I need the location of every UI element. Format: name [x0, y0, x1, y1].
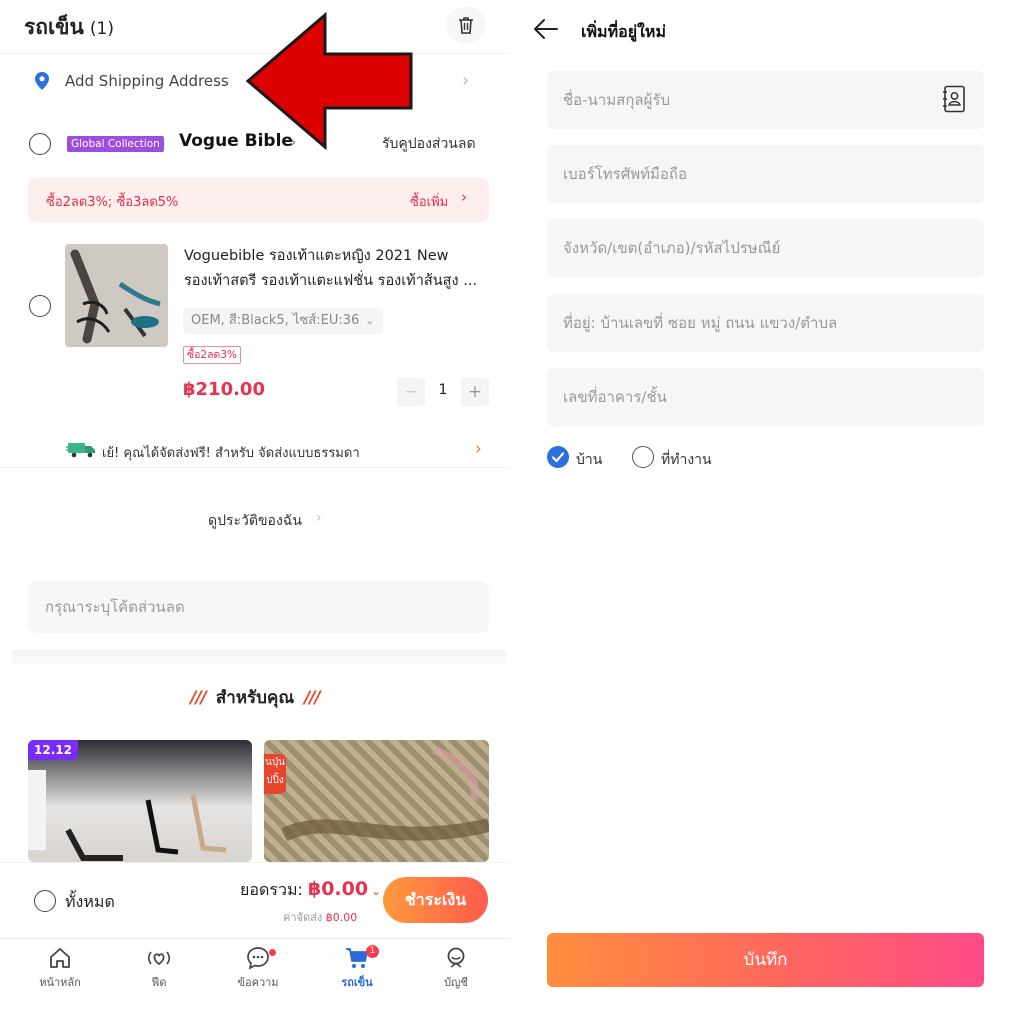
buy-more-link[interactable]: ซื้อเพิ่ม	[410, 191, 448, 212]
product-image[interactable]	[65, 244, 168, 347]
cart-screen: รถเข็น (1) Add Shipping Address › Global …	[0, 0, 510, 1024]
discount-code-input[interactable]	[28, 581, 489, 633]
chat-icon	[247, 947, 269, 970]
product-price: ฿210.00	[183, 379, 265, 400]
account-icon	[447, 947, 465, 968]
page-title: รถเข็น (1)	[24, 11, 114, 44]
snake-image	[280, 746, 489, 842]
checked-radio-icon	[547, 446, 569, 468]
shipping-address-label: Add Shipping Address	[65, 72, 229, 90]
save-button[interactable]: บันทึก	[547, 933, 984, 987]
unread-dot	[269, 949, 276, 956]
chevron-right-icon: ›	[462, 70, 470, 91]
tab-feed-label: ฟีด	[151, 976, 167, 989]
sandals-image	[65, 244, 168, 347]
quantity-stepper: − 1 +	[397, 378, 489, 406]
discount-tag: ซื้อ2ลด3%	[183, 346, 242, 364]
building-floor-field[interactable]	[547, 368, 984, 426]
back-arrow-icon[interactable]	[532, 15, 560, 43]
delete-button[interactable]	[446, 7, 486, 43]
quantity-value[interactable]: 1	[433, 382, 453, 398]
tab-messages-label: ข้อความ	[237, 976, 279, 989]
promo-banner[interactable]: ซื้อ2ลด3%; ซื้อ3ลด5% ซื้อเพิ่ม ›	[28, 178, 489, 222]
select-all-label[interactable]: ทั้งหมด	[65, 890, 115, 915]
chevron-down-icon: ⌄	[371, 884, 382, 898]
phone-field[interactable]	[547, 145, 984, 203]
shipping-fee-value: ฿0.00	[325, 911, 358, 924]
total-value: ฿0.00	[307, 878, 369, 900]
deco-slashes-left: ///	[190, 688, 207, 708]
trash-icon	[459, 17, 473, 34]
recommended-product-card[interactable]: นปุ่น ปปิ้ง	[264, 740, 489, 862]
cart-title-text: รถเข็น	[24, 15, 84, 39]
tab-account[interactable]: บัญชี	[416, 945, 496, 991]
promo-text: ซื้อ2ลด3%; ซื้อ3ลด5%	[46, 195, 179, 210]
tab-home-label: หน้าหลัก	[39, 976, 81, 989]
street-address-field[interactable]	[547, 294, 984, 352]
new-address-screen: เพิ่มที่อยู่ใหม่ บ้าน ที่ทำงาน บันทึก	[510, 0, 1024, 1024]
tab-feed[interactable]: ฟีด	[119, 945, 199, 991]
chevron-right-icon: ›	[461, 188, 467, 206]
location-pin-icon	[35, 72, 49, 90]
global-collection-badge: Global Collection	[67, 136, 164, 152]
variant-text: OEM, สี:Black5, ไซส์:EU:36	[191, 313, 360, 328]
province-postcode-field[interactable]	[547, 219, 984, 277]
red-arrow-annotation	[245, 12, 413, 150]
select-all-checkbox[interactable]	[34, 890, 56, 912]
page-title: เพิ่มที่อยู่ใหม่	[581, 22, 666, 41]
tab-account-label: บัญชี	[444, 976, 468, 989]
work-label: ที่ทำงาน	[661, 452, 712, 468]
variant-selector[interactable]: OEM, สี:Black5, ไซส์:EU:36 ⌄	[183, 308, 383, 334]
checkout-button[interactable]: ชำระเงิน	[383, 877, 488, 923]
chevron-down-icon: ⌄	[365, 314, 375, 327]
heels-image	[28, 770, 227, 861]
recommended-product-card[interactable]: 12.12	[28, 740, 252, 862]
increase-quantity-button[interactable]: +	[461, 378, 489, 406]
tab-cart[interactable]: 1 รถเข็น	[317, 945, 397, 991]
decrease-quantity-button[interactable]: −	[397, 378, 425, 406]
deco-slashes-right: ///	[304, 688, 321, 708]
contact-book-icon[interactable]	[942, 85, 966, 113]
free-shipping-text: เย้! คุณได้จัดส่งฟรี! สำหรับ จัดส่งแบบธร…	[102, 446, 360, 461]
view-history-link[interactable]: ดูประวัติของฉัน	[208, 510, 302, 532]
for-you-heading: /// สำหรับคุณ ///	[0, 684, 510, 711]
tab-home[interactable]: หน้าหลัก	[20, 945, 100, 991]
item-select-checkbox[interactable]	[29, 295, 51, 317]
for-you-title: สำหรับคุณ	[215, 688, 295, 708]
unchecked-radio-icon	[632, 446, 654, 468]
store-select-checkbox[interactable]	[29, 133, 51, 155]
free-shipping-row[interactable]: เย้! คุณได้จัดส่งฟรี! สำหรับ จัดส่งแบบธร…	[0, 434, 510, 468]
chevron-right-icon: ›	[316, 510, 322, 526]
cart-item: Voguebible รองเท้าแตะหญิง 2021 New รองเท…	[0, 236, 510, 416]
recipient-name-field[interactable]	[547, 71, 984, 129]
tab-cart-label: รถเข็น	[341, 976, 373, 989]
section-divider	[12, 650, 506, 664]
chevron-right-icon: ›	[475, 439, 482, 459]
cart-item-count: (1)	[89, 19, 114, 39]
product-title[interactable]: Voguebible รองเท้าแตะหญิง 2021 New รองเท…	[184, 244, 489, 294]
truck-icon	[66, 443, 95, 458]
home-label: บ้าน	[576, 452, 603, 468]
shipping-fee-label: ค่าจัดส่ง	[283, 911, 323, 924]
home-icon	[50, 948, 70, 968]
checkout-bar: ทั้งหมด ยอดรวม: ฿0.00 ⌄ ค่าจัดส่ง ฿0.00 ช…	[0, 862, 510, 936]
total-summary[interactable]: ยอดรวม: ฿0.00 ⌄	[240, 878, 381, 903]
shipping-fee: ค่าจัดส่ง ฿0.00	[283, 908, 357, 926]
feed-heart-icon	[147, 951, 171, 966]
cart-count-badge: 1	[366, 945, 379, 958]
tab-messages[interactable]: ข้อความ	[218, 945, 298, 991]
bottom-tab-bar: หน้าหลัก ฟีด ข้อความ 1 รถเข็น บัญชี	[0, 938, 510, 1008]
total-label: ยอดรวม:	[240, 880, 303, 899]
